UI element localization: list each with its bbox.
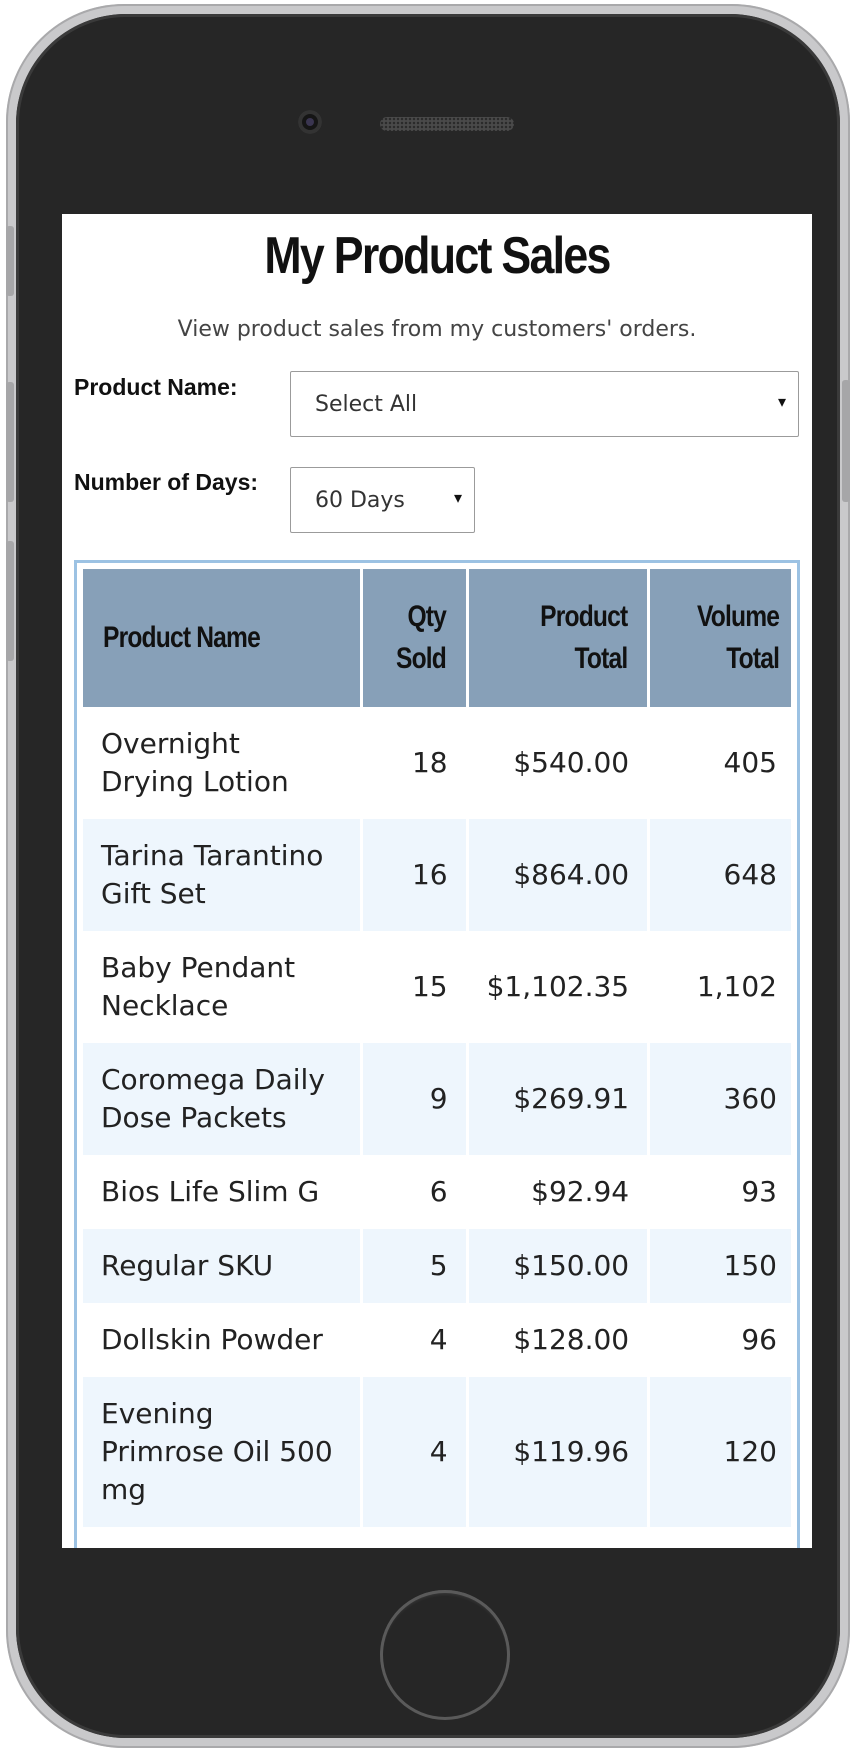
header-volume-line2: Total [726,642,780,675]
header-product-total[interactable]: Product Total [468,569,651,707]
header-volume-line1: Volume [696,600,780,633]
cell-total: $92.94 [468,1155,651,1229]
sales-table-frame: Product Name Qty Sold Product Total Volu… [74,560,800,1548]
cell-qty: 15 [362,931,469,1043]
cell-volume: 648 [650,819,791,931]
cell-volume: 96 [650,1303,791,1377]
header-qty-line2: Sold [395,642,447,675]
cell-volume: 405 [650,707,791,819]
cell-product-name: Baby Pendant Necklace [83,931,363,1043]
cell-volume: 120 [650,1377,791,1527]
table-row: Overnight Drying Lotion 18 $540.00 405 [83,707,791,819]
cell-qty: 4 [362,1377,469,1527]
header-total-line1: Product [539,600,628,633]
header-product-name[interactable]: Product Name [83,569,363,707]
product-name-select-value: Select All [315,392,418,417]
number-of-days-select-value: 60 Days [315,488,405,513]
table-row: Bios Life Slim G 6 $92.94 93 [83,1155,791,1229]
cell-product-name: Tarina Tarantino Gift Set [83,819,363,931]
table-header-row: Product Name Qty Sold Product Total Volu… [83,569,791,707]
header-product-name-label: Product Name [103,621,261,654]
page-subtitle: View product sales from my customers' or… [177,317,697,342]
product-name-label: Product Name: [74,374,238,400]
table-row: Baby Pendant Necklace 15 $1,102.35 1,102 [83,931,791,1043]
cell-qty: 6 [362,1155,469,1229]
caret-down-icon: ▾ [453,488,462,507]
caret-down-icon: ▾ [777,392,786,411]
cell-product-name: Regular SKU [83,1229,363,1303]
home-button[interactable] [380,1590,510,1720]
mute-switch [6,226,14,296]
page-title: My Product Sales [264,227,611,285]
header-total-line2: Total [574,642,628,675]
table-row: Coromega Daily Dose Packets 9 $269.91 36… [83,1043,791,1155]
cell-qty: 18 [362,707,469,819]
table-row: Dollskin Powder 4 $128.00 96 [83,1303,791,1377]
cell-product-name: Overnight Drying Lotion [83,707,363,819]
cell-qty: 16 [362,819,469,931]
cell-total: $128.00 [468,1303,651,1377]
number-of-days-label: Number of Days: [74,469,259,495]
cell-product-name: Dollskin Powder [83,1303,363,1377]
table-row: Evening Primrose Oil 500 mg 4 $119.96 12… [83,1377,791,1527]
cell-total: $540.00 [468,707,651,819]
product-name-select[interactable]: Select All ▾ [290,371,799,437]
cell-qty: 9 [362,1043,469,1155]
phone-frame: My Product Sales View product sales from… [6,4,850,1748]
table-row: Regular SKU 5 $150.00 150 [83,1229,791,1303]
volume-up-button [6,382,14,502]
number-of-days-select[interactable]: 60 Days ▾ [290,467,475,533]
cell-total: $1,102.35 [468,931,651,1043]
cell-total: $864.00 [468,819,651,931]
cell-qty: 5 [362,1229,469,1303]
sales-table: Product Name Qty Sold Product Total Volu… [83,569,791,1527]
phone-screen: My Product Sales View product sales from… [62,214,812,1548]
earpiece-speaker [380,117,514,131]
cell-total: $269.91 [468,1043,651,1155]
cell-total: $150.00 [468,1229,651,1303]
cell-product-name: Evening Primrose Oil 500 mg [83,1377,363,1527]
header-qty-line1: Qty [407,600,446,633]
cell-volume: 360 [650,1043,791,1155]
header-qty-sold[interactable]: Qty Sold [362,569,469,707]
cell-product-name: Coromega Daily Dose Packets [83,1043,363,1155]
cell-total: $119.96 [468,1377,651,1527]
cell-volume: 93 [650,1155,791,1229]
table-row: Tarina Tarantino Gift Set 16 $864.00 648 [83,819,791,931]
power-button [842,380,850,502]
cell-volume: 150 [650,1229,791,1303]
cell-volume: 1,102 [650,931,791,1043]
front-camera-icon [298,110,322,134]
header-volume-total[interactable]: Volume Total [650,569,791,707]
cell-product-name: Bios Life Slim G [83,1155,363,1229]
volume-down-button [6,541,14,661]
cell-qty: 4 [362,1303,469,1377]
